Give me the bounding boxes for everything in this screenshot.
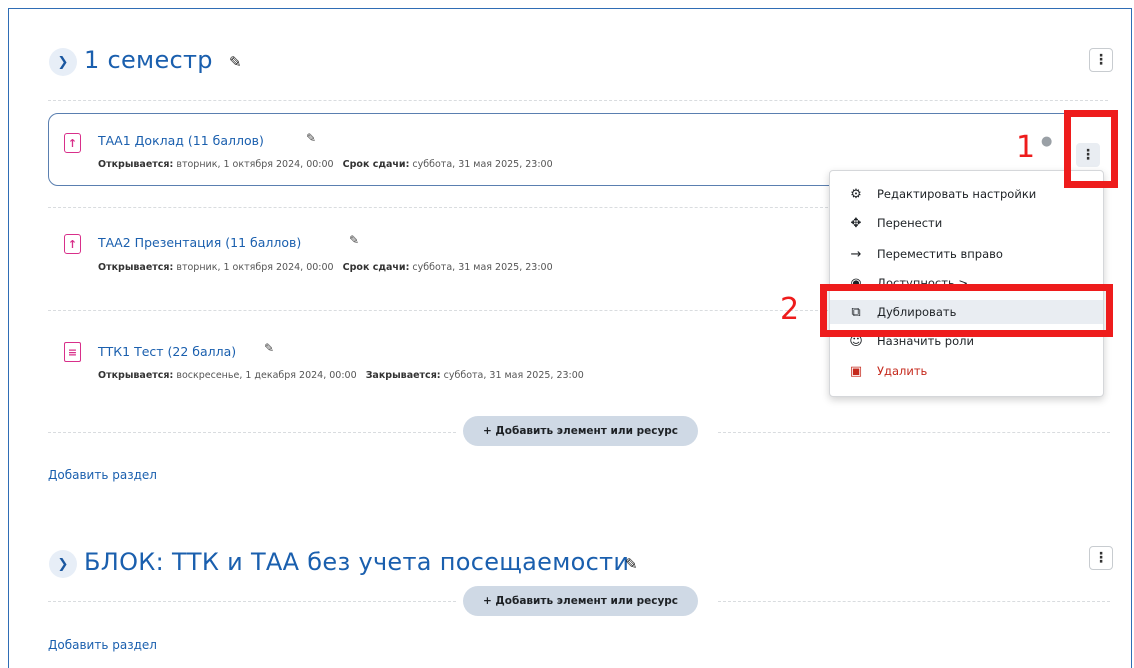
edit-activity-1-name-icon[interactable]: ✎: [306, 131, 316, 145]
section-1-title[interactable]: 1 семестр: [84, 46, 213, 74]
assignment-icon: ↑: [64, 133, 81, 153]
group-mode-icon[interactable]: ●: [1041, 134, 1052, 149]
edit-section-2-title-icon[interactable]: ✎: [625, 555, 638, 573]
divider: [48, 601, 456, 602]
arrow-right-icon: →: [850, 246, 862, 262]
menu-item-move[interactable]: ✥ Перенести: [830, 211, 1103, 235]
edit-section-1-title-icon[interactable]: ✎: [229, 53, 242, 71]
activity-2-link[interactable]: ТАА2 Презентация (11 баллов): [98, 235, 301, 250]
collapse-section-1-icon[interactable]: ❯: [49, 48, 77, 76]
edit-activity-3-name-icon[interactable]: ✎: [264, 341, 274, 355]
menu-item-delete[interactable]: ▣ Удалить: [830, 359, 1103, 383]
activity-3-link[interactable]: ТТК1 Тест (22 балла): [98, 344, 236, 359]
move-icon: ✥: [850, 215, 862, 231]
add-activity-button[interactable]: + Добавить элемент или ресурс: [463, 586, 698, 616]
edit-activity-2-name-icon[interactable]: ✎: [349, 233, 359, 247]
activity-1-link[interactable]: ТАА1 Доклад (11 баллов): [98, 133, 264, 148]
collapse-section-2-icon[interactable]: ❯: [49, 550, 77, 578]
gear-icon: ⚙: [850, 186, 862, 202]
quiz-icon: ≡: [64, 342, 81, 362]
assignment-icon: ↑: [64, 234, 81, 254]
add-section-link[interactable]: Добавить раздел: [48, 468, 157, 482]
annotation-box-2: [820, 284, 1113, 337]
activity-3-dates: Открывается: воскресенье, 1 декабря 2024…: [98, 370, 584, 381]
section-2-menu-button[interactable]: ⋮: [1089, 546, 1113, 570]
menu-item-edit-settings[interactable]: ⚙ Редактировать настройки: [830, 182, 1103, 206]
add-section-link[interactable]: Добавить раздел: [48, 638, 157, 652]
annotation-label-2: 2: [780, 292, 800, 327]
divider: [48, 100, 1108, 101]
menu-item-move-right[interactable]: → Переместить вправо: [830, 242, 1103, 266]
trash-icon: ▣: [849, 363, 863, 379]
divider: [48, 432, 456, 433]
divider: [48, 207, 828, 208]
section-2-title[interactable]: БЛОК: ТТК и ТАА без учета посещаемости: [84, 548, 629, 576]
divider: [718, 601, 1110, 602]
add-activity-button[interactable]: + Добавить элемент или ресурс: [463, 416, 698, 446]
section-1-menu-button[interactable]: ⋮: [1089, 48, 1113, 72]
annotation-label-1: 1: [1016, 130, 1036, 165]
divider: [718, 432, 1110, 433]
activity-2-dates: Открывается: вторник, 1 октября 2024, 00…: [98, 262, 553, 273]
activity-1-dates: Открывается: вторник, 1 октября 2024, 00…: [98, 159, 553, 170]
divider: [48, 310, 828, 311]
annotation-box-1: [1064, 110, 1118, 188]
